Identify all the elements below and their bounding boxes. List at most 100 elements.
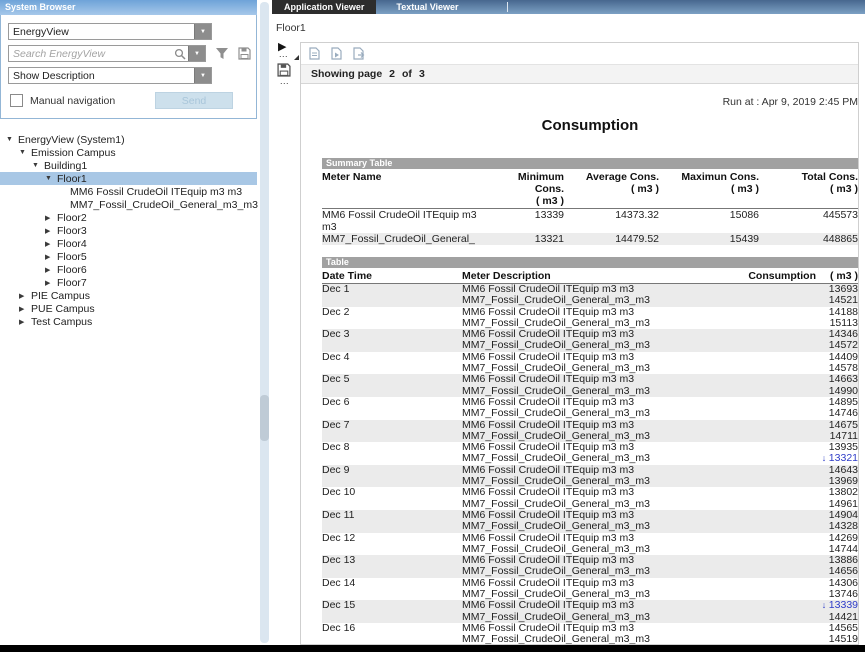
unit-label: ( m3 ) [492, 195, 564, 207]
bottom-bar [0, 645, 865, 652]
tree-item-energyview-system1[interactable]: ▼EnergyView (System1) [0, 133, 257, 146]
value-cell: 448865 [759, 233, 858, 245]
report-toolbar [301, 43, 858, 65]
caret-right-icon[interactable]: ▶ [45, 279, 57, 287]
tree-item-label: Building1 [44, 160, 87, 172]
detail-column-headers: Date Time Meter Description Consumption … [322, 270, 858, 284]
send-button[interactable]: Send [155, 92, 233, 109]
chevron-down-icon[interactable]: ▼ [194, 68, 211, 83]
chevron-down-icon[interactable]: ▼ [188, 46, 205, 61]
tab-textual-viewer[interactable]: Textual Viewer [384, 0, 470, 14]
table-row: MM7_Fossil_CrudeOil_General_m3_m314328 [322, 521, 858, 532]
date-cell: Dec 15 [322, 600, 462, 611]
browser-controls: EnergyView ▼ ▼ Show Description ▼ [0, 15, 257, 119]
caret-down-icon[interactable]: ▼ [6, 136, 18, 143]
filter-icon[interactable] [215, 47, 229, 60]
tree-scrollbar[interactable] [260, 2, 269, 643]
tree-item-mm6-fossil-crudeoil-itequip-m3-m3[interactable]: MM6 Fossil CrudeOil ITEquip m3 m3 [0, 185, 257, 198]
tree-item-mm7-fossil-crudeoil-general-m3-m3[interactable]: MM7_Fossil_CrudeOil_General_m3_m3 [0, 198, 257, 211]
run-at-timestamp: Run at : Apr 9, 2019 2:45 PM [322, 96, 858, 108]
caret-down-icon[interactable]: ▼ [19, 149, 31, 156]
tree-item-label: Floor2 [57, 212, 87, 224]
viewer-panel: Application ViewerTextual Viewer Floor1 … [272, 0, 865, 645]
table-section-title: Table [322, 257, 858, 268]
date-cell: Dec 16 [322, 623, 462, 634]
meter-description-cell: MM7_Fossil_CrudeOil_General_m3_m3 [462, 634, 829, 645]
tree-item-floor4[interactable]: ▶Floor4 [0, 237, 257, 250]
caret-right-icon[interactable]: ▶ [19, 318, 31, 326]
tree-item-label: MM7_Fossil_CrudeOil_General_m3_m3 [70, 199, 258, 211]
date-cell: Dec 6 [322, 397, 462, 408]
viewer-tabs: Application Viewer Textual Viewer [272, 0, 865, 14]
unit-label: ( m3 ) [759, 183, 858, 195]
paging-label: Showing page [311, 68, 382, 80]
report-title: Consumption [322, 117, 858, 134]
date-group-dec-5: Dec 5MM6 Fossil CrudeOil ITEquip m3 m314… [322, 374, 858, 397]
date-group-dec-3: Dec 3MM6 Fossil CrudeOil ITEquip m3 m314… [322, 329, 858, 352]
unit-label: ( m3 ) [659, 183, 759, 195]
tree-item-floor2[interactable]: ▶Floor2 [0, 211, 257, 224]
summary-row: MM7_Fossil_CrudeOil_General_1332114479.5… [322, 233, 858, 245]
save-report-button[interactable]: ... [277, 63, 299, 85]
run-report-button[interactable]: ▶ ... [278, 43, 301, 61]
caret-down-icon[interactable]: ▼ [45, 175, 57, 182]
tree-item-label: Test Campus [31, 316, 92, 328]
column-header: Average Cons.( m3 ) [564, 171, 659, 207]
tree-item-label: Floor6 [57, 264, 87, 276]
meter-description-cell: MM6 Fossil CrudeOil ITEquip m3 m3 [462, 374, 829, 385]
context-label: Floor1 [276, 22, 306, 34]
column-header: Maximun Cons.( m3 ) [659, 171, 759, 207]
tree-item-floor6[interactable]: ▶Floor6 [0, 263, 257, 276]
date-group-dec-2: Dec 2MM6 Fossil CrudeOil ITEquip m3 m314… [322, 307, 858, 330]
manual-navigation-checkbox[interactable] [10, 94, 23, 107]
meter-description-cell: MM7_Fossil_CrudeOil_General_m3_m3 [462, 408, 829, 419]
value-cell: 14519 [829, 634, 858, 645]
meter-description-cell: MM6 Fossil CrudeOil ITEquip m3 m3 [462, 600, 822, 611]
caret-right-icon[interactable]: ▶ [19, 305, 31, 313]
date-group-dec-15: Dec 15MM6 Fossil CrudeOil ITEquip m3 m3↓… [322, 600, 858, 623]
save-icon[interactable] [238, 47, 251, 60]
date-cell: Dec 10 [322, 487, 462, 498]
tree-item-pie-campus[interactable]: ▶PIE Campus [0, 289, 257, 302]
search-input[interactable] [9, 47, 172, 61]
date-group-dec-10: Dec 10MM6 Fossil CrudeOil ITEquip m3 m31… [322, 487, 858, 510]
value-cell: 13339 [492, 209, 564, 233]
date-cell: Dec 8 [322, 442, 462, 453]
tree-item-floor5[interactable]: ▶Floor5 [0, 250, 257, 263]
value-cell: 14663 [829, 374, 858, 385]
caret-down-icon[interactable]: ▼ [32, 162, 44, 169]
date-group-dec-9: Dec 9MM6 Fossil CrudeOil ITEquip m3 m314… [322, 465, 858, 488]
column-header: Minimum Cons.( m3 ) [492, 171, 564, 207]
search-icon[interactable] [172, 48, 188, 60]
date-cell: Dec 2 [322, 307, 462, 318]
tree-item-building1[interactable]: ▼Building1 [0, 159, 257, 172]
summary-table-section-title: Summary Table [322, 158, 858, 169]
tree-item-floor7[interactable]: ▶Floor7 [0, 276, 257, 289]
tab-application-viewer[interactable]: Application Viewer [272, 0, 376, 14]
date-cell: Dec 13 [322, 555, 462, 566]
document-icon[interactable] [309, 47, 320, 60]
description-selector[interactable]: Show Description ▼ [8, 67, 212, 84]
document-export-icon[interactable] [353, 47, 366, 60]
chevron-down-icon[interactable]: ▼ [194, 24, 211, 39]
caret-right-icon[interactable]: ▶ [45, 214, 57, 222]
tree-item-label: Floor7 [57, 277, 87, 289]
document-play-icon[interactable] [331, 47, 342, 60]
date-cell: Dec 1 [322, 284, 462, 295]
caret-right-icon[interactable]: ▶ [45, 253, 57, 261]
tree-item-floor3[interactable]: ▶Floor3 [0, 224, 257, 237]
caret-right-icon[interactable]: ▶ [45, 266, 57, 274]
tree-item-pue-campus[interactable]: ▶PUE Campus [0, 302, 257, 315]
caret-right-icon[interactable]: ▶ [45, 240, 57, 248]
view-selector[interactable]: EnergyView ▼ [8, 23, 212, 40]
date-cell [322, 408, 462, 419]
tree-item-emission-campus[interactable]: ▼Emission Campus [0, 146, 257, 159]
tree-item-floor1[interactable]: ▼Floor1 [0, 172, 257, 185]
caret-right-icon[interactable]: ▶ [19, 292, 31, 300]
scrollbar-thumb[interactable] [260, 395, 269, 441]
down-arrow-icon: ↓ [822, 453, 829, 463]
column-header: Total Cons.( m3 ) [759, 171, 858, 207]
tree-item-test-campus[interactable]: ▶Test Campus [0, 315, 257, 328]
caret-right-icon[interactable]: ▶ [45, 227, 57, 235]
detail-table-body: Dec 1MM6 Fossil CrudeOil ITEquip m3 m313… [322, 284, 858, 645]
